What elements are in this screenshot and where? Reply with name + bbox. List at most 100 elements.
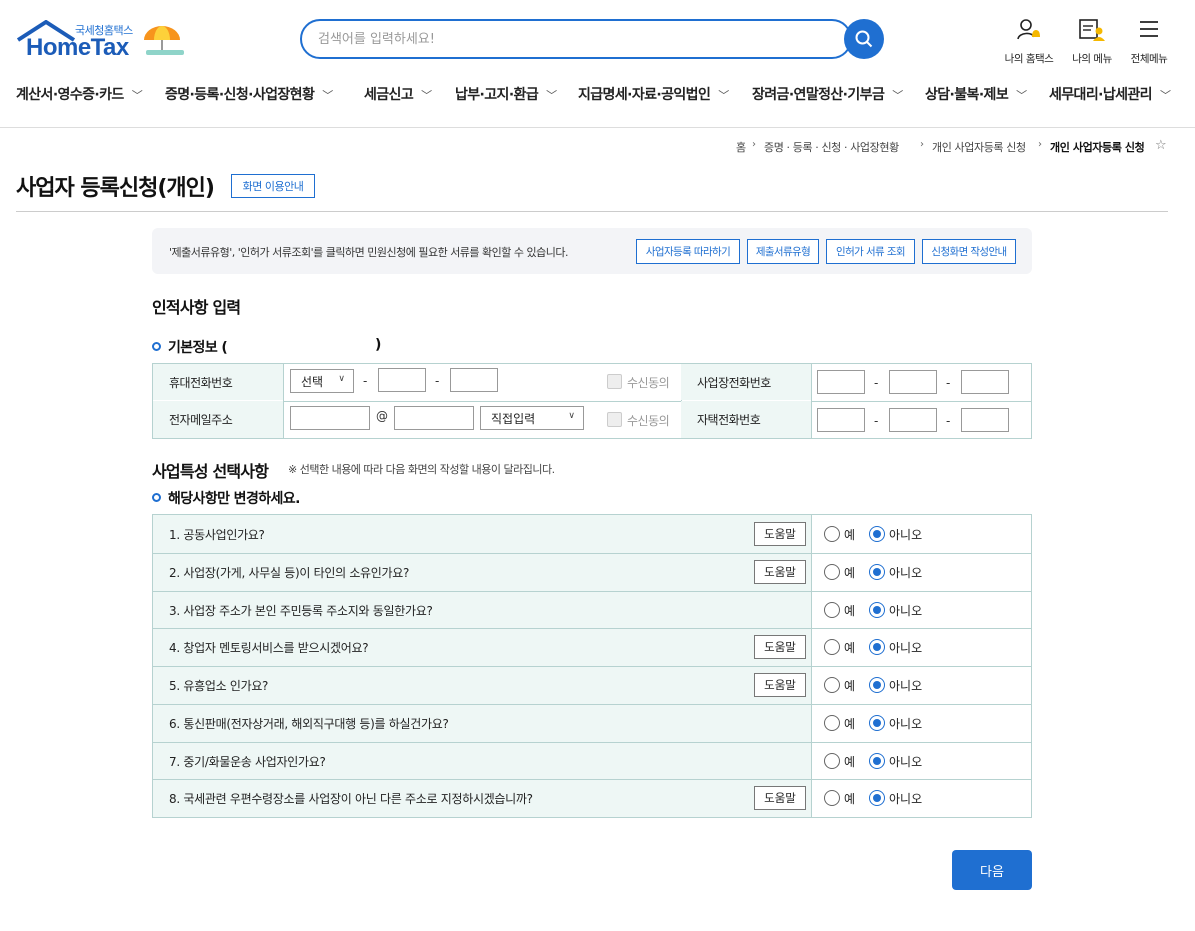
no-radio[interactable] [869, 526, 885, 542]
yes-radio[interactable] [824, 639, 840, 655]
form-guide-button[interactable]: 신청화면 작성안내 [922, 239, 1016, 264]
no-radio[interactable] [869, 715, 885, 731]
email-id-input[interactable] [290, 406, 370, 430]
mobile-prefix-select[interactable]: 선택 ∨ [290, 369, 354, 393]
gnb-tax-report[interactable]: 세금신고 ﹀ [364, 84, 432, 104]
mobile-middle-input[interactable] [378, 368, 426, 392]
sms-consent-checkbox[interactable] [607, 374, 622, 389]
row-divider [153, 591, 1031, 592]
biz-phone-label: 사업장전화번호 [681, 364, 811, 400]
gnb-consult[interactable]: 상담·불복·제보 ﹀ [925, 84, 1027, 104]
email-domain-input[interactable] [394, 406, 474, 430]
no-label: 아니오 [889, 528, 923, 542]
email-consent-checkbox[interactable] [607, 412, 622, 427]
personal-section-title: 인적사항 입력 [152, 298, 241, 317]
home-phone-middle-input[interactable] [889, 408, 937, 432]
no-radio[interactable] [869, 753, 885, 769]
no-radio[interactable] [869, 677, 885, 693]
breadcrumb-home[interactable]: 홈 [736, 139, 746, 155]
yes-radio[interactable] [824, 564, 840, 580]
dash: - [874, 376, 879, 390]
no-radio[interactable] [869, 564, 885, 580]
gnb-invoice[interactable]: 계산서·영수증·카드 ﹀ [16, 84, 143, 104]
business-section-title: 사업특성 선택사항 [152, 462, 269, 481]
gnb-agent[interactable]: 세무대리·납세관리 ﹀ [1049, 84, 1171, 104]
search-input[interactable] [300, 19, 852, 59]
home-phone-area-input[interactable] [817, 408, 865, 432]
mobile-last-input[interactable] [450, 368, 498, 392]
yes-label: 예 [844, 679, 856, 693]
no-radio[interactable] [869, 790, 885, 806]
chevron-down-icon: ∨ [568, 411, 575, 421]
yes-radio[interactable] [824, 790, 840, 806]
gnb-statement[interactable]: 지급명세·자료·공익법인 ﹀ [578, 84, 729, 104]
chevron-down-icon: ﹀ [1159, 89, 1171, 102]
chevron-down-icon: ∨ [338, 374, 345, 384]
umbrella-icon [140, 24, 186, 62]
gnb-certificate[interactable]: 증명·등록·신청·사업장현황 ﹀ [165, 84, 333, 104]
biz-phone-last-input[interactable] [961, 370, 1009, 394]
no-label: 아니오 [889, 755, 923, 769]
col-divider [811, 704, 812, 742]
col-divider [811, 515, 812, 553]
email-domain-select[interactable]: 직접입력 ∨ [480, 406, 584, 430]
all-menu-button[interactable]: 전체메뉴 [1119, 17, 1179, 66]
question-text: 4. 창업자 멘토링서비스를 받으시겠어요? [169, 641, 369, 655]
breadcrumb-registration[interactable]: 개인 사업자등록 신청 [932, 139, 1026, 155]
breadcrumb-separator: › [752, 139, 756, 150]
follow-guide-button[interactable]: 사업자등록 따라하기 [636, 239, 740, 264]
dash: - [874, 414, 879, 428]
question-text: 5. 유흥업소 인가요? [169, 679, 269, 693]
my-hometax-button[interactable]: 나의 홈택스 [999, 17, 1059, 66]
yes-label: 예 [844, 566, 856, 580]
chevron-down-icon: ﹀ [1016, 89, 1027, 102]
gnb-incentive[interactable]: 장려금·연말정산·기부금 ﹀ [752, 84, 903, 104]
help-button[interactable]: 도움말 [754, 560, 806, 584]
question-text: 2. 사업장(가게, 사무실 등)이 타인의 소유인가요? [169, 566, 410, 580]
row-divider [153, 779, 1031, 780]
menu-user-icon [1079, 19, 1105, 41]
yes-radio[interactable] [824, 677, 840, 693]
basic-info-title-close: ) [375, 337, 381, 353]
help-button[interactable]: 도움말 [754, 673, 806, 697]
no-label: 아니오 [889, 679, 923, 693]
no-radio[interactable] [869, 602, 885, 618]
info-text: '제출서류유형', '인허가 서류조회'를 클릭하면 민원신청에 필요한 서류를… [169, 246, 569, 259]
yes-radio[interactable] [824, 526, 840, 542]
breadcrumb-certificate[interactable]: 증명 · 등록 · 신청 · 사업장현황 [764, 139, 899, 155]
document-type-button[interactable]: 제출서류유형 [747, 239, 819, 264]
logo[interactable]: HomeTax [26, 34, 129, 62]
help-button[interactable]: 도움말 [754, 786, 806, 810]
question-text: 3. 사업장 주소가 본인 주민등록 주소지와 동일한가요? [169, 604, 433, 618]
breadcrumb-current: 개인 사업자등록 신청 [1050, 141, 1145, 154]
my-menu-button[interactable]: 나의 메뉴 [1062, 17, 1122, 66]
bullet-icon [152, 493, 161, 502]
permit-lookup-button[interactable]: 인허가 서류 조회 [826, 239, 915, 264]
search-button[interactable] [844, 19, 884, 59]
biz-phone-area-input[interactable] [817, 370, 865, 394]
yes-radio[interactable] [824, 715, 840, 731]
bullet-icon [152, 342, 161, 351]
col-divider [811, 666, 812, 704]
yes-radio[interactable] [824, 602, 840, 618]
help-button[interactable]: 도움말 [754, 522, 806, 546]
next-button[interactable]: 다음 [952, 850, 1032, 890]
yes-radio[interactable] [824, 753, 840, 769]
email-consent-label: 수신동의 [627, 414, 670, 428]
question-text: 8. 국세관련 우편수령장소를 사업장이 아닌 다른 주소로 지정하시겠습니까? [169, 792, 533, 806]
help-button[interactable]: 도움말 [754, 635, 806, 659]
no-label: 아니오 [889, 604, 923, 618]
col-divider [811, 553, 812, 591]
screen-guide-button[interactable]: 화면 이용안내 [231, 174, 315, 198]
col-divider [811, 628, 812, 666]
home-phone-last-input[interactable] [961, 408, 1009, 432]
chevron-down-icon: ﹀ [718, 89, 729, 102]
star-icon[interactable]: ☆ [1155, 138, 1167, 153]
col-divider [811, 779, 812, 817]
no-radio[interactable] [869, 639, 885, 655]
gnb-payment[interactable]: 납부·고지·환급 ﹀ [455, 84, 557, 104]
my-hometax-label: 나의 홈택스 [1004, 53, 1054, 65]
no-label: 아니오 [889, 641, 923, 655]
home-phone-label: 자택전화번호 [681, 401, 811, 438]
biz-phone-middle-input[interactable] [889, 370, 937, 394]
